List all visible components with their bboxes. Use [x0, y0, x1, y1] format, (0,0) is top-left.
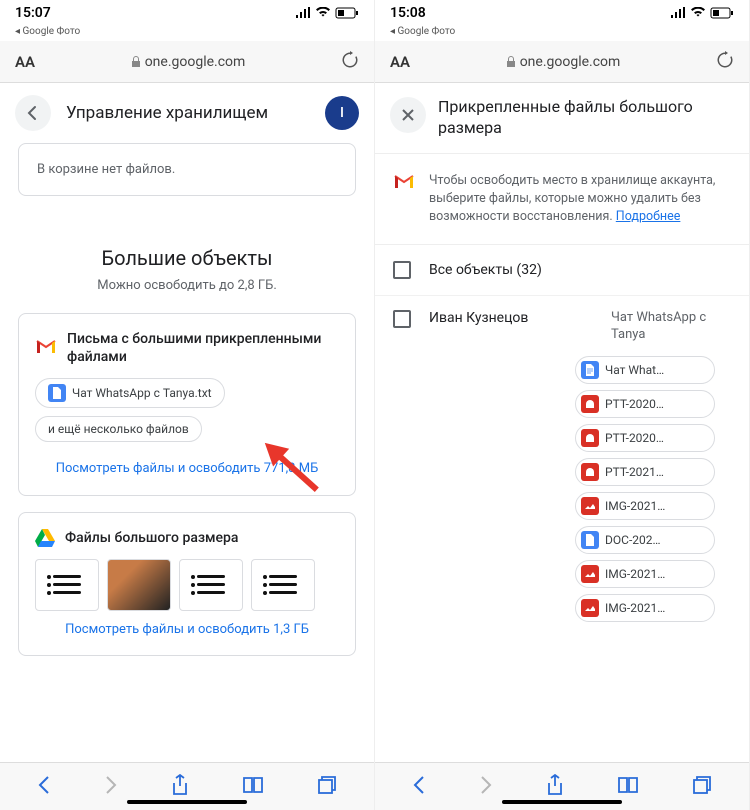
gmail-icon — [393, 174, 415, 192]
section-title: Большие объекты — [18, 246, 356, 270]
file-thumbnails — [35, 559, 339, 611]
page-content: Прикрепленные файлы большого размера Что… — [375, 83, 749, 762]
email-row[interactable]: Иван Кузнецов Чат WhatsApp с Tanya — [375, 296, 749, 344]
reload-button[interactable] — [716, 51, 734, 73]
file-name: PTT-2021… — [605, 465, 664, 479]
nav-back-button[interactable] — [412, 775, 426, 799]
info-block: Чтобы освободить место в хранилище аккау… — [375, 154, 749, 245]
lock-icon — [506, 56, 516, 68]
share-button[interactable] — [546, 774, 564, 800]
attachment-chip[interactable]: PTT-2020… — [575, 390, 715, 418]
img-icon — [581, 497, 599, 515]
file-name: IMG-2021… — [605, 499, 665, 513]
back-button[interactable] — [15, 95, 51, 131]
nav-forward-button[interactable] — [479, 775, 493, 799]
url-display[interactable]: one.google.com — [131, 54, 246, 70]
section-subtitle: Можно освободить до 2,8 ГБ. — [18, 278, 356, 293]
more-files-chip[interactable]: и ещё несколько файлов — [35, 416, 202, 442]
safari-address-bar: AA one.google.com — [0, 41, 374, 83]
status-bar: 15:08 — [375, 0, 749, 26]
large-objects-section: Большие объекты Можно освободить до 2,8 … — [0, 246, 374, 656]
file-name: DOC-202… — [605, 533, 661, 547]
doc-icon — [581, 361, 599, 379]
close-button[interactable] — [390, 97, 426, 133]
tabs-button[interactable] — [692, 775, 712, 799]
page-title: Прикрепленные файлы большого размера — [438, 97, 734, 139]
tabs-button[interactable] — [317, 775, 337, 799]
phone-right: 15:08 ◂ Google Фото AA one.google.com Пр… — [375, 0, 750, 810]
page-header: Прикрепленные файлы большого размера — [375, 83, 749, 154]
url-display[interactable]: one.google.com — [506, 54, 621, 70]
nav-forward-button[interactable] — [104, 775, 118, 799]
page-header: Управление хранилищем I — [0, 83, 374, 143]
home-indicator[interactable] — [502, 800, 622, 804]
avatar[interactable]: I — [325, 96, 359, 130]
safari-address-bar: AA one.google.com — [375, 41, 749, 83]
reload-button[interactable] — [341, 51, 359, 73]
back-app-link[interactable]: ◂ Google Фото — [375, 26, 749, 41]
status-bar: 15:07 — [0, 0, 374, 26]
file-name: IMG-2021… — [605, 601, 665, 615]
drive-icon — [35, 529, 55, 547]
status-right-icons — [670, 7, 734, 19]
all-items-label: Все объекты (32) — [429, 262, 542, 278]
back-app-link[interactable]: ◂ Google Фото — [0, 26, 374, 41]
review-gmail-link[interactable]: Посмотреть файлы и освободить 771,8 МБ — [35, 460, 339, 478]
page-title: Управление хранилищем — [66, 103, 310, 123]
learn-more-link[interactable]: Подробнее — [616, 209, 681, 224]
nav-back-button[interactable] — [37, 775, 51, 799]
lock-icon — [131, 56, 141, 68]
bookmarks-button[interactable] — [617, 776, 639, 798]
file-name: PTT-2020… — [605, 431, 664, 445]
status-time: 15:07 — [15, 5, 51, 21]
drive-large-files-card[interactable]: Файлы большого размера Посмотреть файлы … — [18, 512, 356, 656]
phone-left: 15:07 ◂ Google Фото AA one.google.com Уп… — [0, 0, 375, 810]
attachment-chip[interactable]: PTT-2020… — [575, 424, 715, 452]
img-icon — [581, 599, 599, 617]
red-icon — [581, 429, 599, 447]
attachment-chip[interactable]: DOC-202… — [575, 526, 715, 554]
all-items-row[interactable]: Все объекты (32) — [375, 245, 749, 296]
attachment-chip[interactable]: Чат What… — [575, 356, 715, 384]
file-thumb[interactable] — [179, 559, 243, 611]
blue-icon — [581, 531, 599, 549]
file-name: PTT-2020… — [605, 397, 664, 411]
gmail-large-attachments-card[interactable]: Письма с большими прикрепленными файлами… — [18, 313, 356, 496]
review-drive-link[interactable]: Посмотреть файлы и освободить 1,3 ГБ — [35, 621, 339, 639]
doc-icon — [48, 384, 66, 402]
email-subject: Чат WhatsApp с Tanya — [611, 310, 731, 344]
text-size-button[interactable]: AA — [15, 53, 35, 71]
file-name: IMG-2021… — [605, 567, 665, 581]
info-text: Чтобы освободить место в хранилище аккау… — [429, 172, 731, 226]
img-icon — [581, 565, 599, 583]
file-thumb[interactable] — [107, 559, 171, 611]
attachment-chip[interactable]: PTT-2021… — [575, 458, 715, 486]
file-chip[interactable]: Чат WhatsApp с Tanya.txt — [35, 378, 225, 408]
home-indicator[interactable] — [127, 800, 247, 804]
attachment-chip[interactable]: IMG-2021… — [575, 560, 715, 588]
status-right-icons — [295, 7, 359, 19]
file-name: Чат What… — [605, 363, 664, 377]
attachment-list: Чат What… PTT-2020… PTT-2020… PTT-2021… IMG-… — [575, 356, 749, 622]
attachment-chip[interactable]: IMG-2021… — [575, 492, 715, 520]
bookmarks-button[interactable] — [242, 776, 264, 798]
page-content: Управление хранилищем I В корзине нет фа… — [0, 83, 374, 762]
gmail-icon — [35, 339, 57, 357]
card-title: Письма с большими прикрепленными файлами — [67, 330, 339, 366]
file-thumb[interactable] — [251, 559, 315, 611]
red-icon — [581, 395, 599, 413]
checkbox-all[interactable] — [393, 261, 411, 279]
sender-name: Иван Кузнецов — [429, 310, 593, 326]
text-size-button[interactable]: AA — [390, 53, 410, 71]
checkbox-item[interactable] — [393, 310, 411, 328]
share-button[interactable] — [171, 774, 189, 800]
red-icon — [581, 463, 599, 481]
trash-empty-card: В корзине нет файлов. — [18, 143, 356, 196]
status-time: 15:08 — [390, 5, 426, 21]
file-thumb[interactable] — [35, 559, 99, 611]
card-title: Файлы большого размера — [65, 529, 238, 547]
attachment-chip[interactable]: IMG-2021… — [575, 594, 715, 622]
